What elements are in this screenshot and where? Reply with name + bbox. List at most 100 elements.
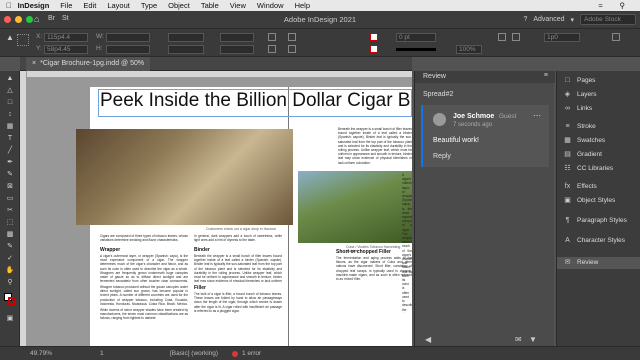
vertical-ruler[interactable] (20, 71, 27, 346)
style-selector[interactable]: [Basic] (working) (170, 347, 218, 360)
panel-stroke[interactable]: ≡ Stroke (557, 121, 640, 133)
fill-frame-icon[interactable] (512, 33, 520, 41)
rectangle-tool-icon[interactable]: ▭ (5, 195, 15, 203)
stroke-swatch-icon[interactable] (370, 45, 378, 53)
fill-swatch-icon[interactable] (370, 33, 378, 41)
close-tab-icon[interactable]: × (32, 60, 36, 67)
panel-character-styles[interactable]: A Character Styles (557, 235, 640, 247)
help-icon[interactable]: ? (523, 16, 527, 23)
free-transform-icon[interactable]: ⬚ (5, 219, 15, 227)
wrapper-subhead[interactable]: Wrapper (100, 247, 120, 253)
error-count[interactable]: 1 error (242, 347, 261, 360)
corner-weight-field[interactable]: 1p0 (544, 33, 580, 42)
rotate-icon[interactable] (268, 33, 276, 41)
menu-type[interactable]: Type (141, 1, 157, 10)
hand-tool-icon[interactable]: ✋ (5, 267, 15, 275)
document-tab[interactable]: × *Cigar Brochure-1pg.indd @ 50% (26, 57, 151, 71)
wrapper-paragraph[interactable]: A cigar's outermost layer, or wrapper (S… (100, 254, 188, 282)
scale-y-field[interactable] (168, 45, 204, 54)
reference-point-icon[interactable] (17, 34, 29, 46)
rectangle-frame-icon[interactable]: ⊠ (5, 183, 15, 191)
fill-stroke-icon[interactable] (4, 293, 16, 305)
stroke-type-selector[interactable] (396, 48, 436, 51)
apple-icon[interactable]:  (6, 1, 12, 10)
rotation-field[interactable] (220, 33, 254, 42)
menu-file[interactable]: File (60, 1, 72, 10)
select-content-icon[interactable] (288, 45, 296, 53)
cigar-shop-photo[interactable] (76, 129, 293, 225)
panel-swatches[interactable]: ▦ Swatches (557, 135, 640, 147)
pencil-tool-icon[interactable]: ✎ (5, 171, 15, 179)
w-field[interactable] (106, 33, 150, 42)
y-field[interactable]: 58p4.45 (44, 45, 88, 54)
menu-help[interactable]: Help (295, 1, 310, 10)
panel-cc-libraries[interactable]: ☷ CC Libraries (557, 163, 640, 175)
stroke-weight-field[interactable]: 0 pt (396, 33, 436, 42)
wrapper-paragraph-3[interactable]: While dozens of minor wrapper shades hav… (100, 308, 188, 322)
menu-edit[interactable]: Edit (83, 1, 96, 10)
panel-pages[interactable]: □ Pages (557, 75, 640, 87)
collapse-icon[interactable]: ◀ (425, 335, 431, 344)
short-filler-paragraph[interactable]: The fermentation and aging process adds … (336, 256, 412, 312)
note-tool-icon[interactable]: ✎ (5, 243, 15, 251)
page-tool-icon[interactable]: □ (5, 99, 15, 107)
wifi-icon[interactable]: ≈ (598, 1, 602, 10)
zoom-level[interactable]: 49.79% (30, 347, 52, 360)
shear-field[interactable] (220, 45, 254, 54)
x-field[interactable]: 115p4.4 (44, 33, 88, 42)
filler-subhead[interactable]: Filler (194, 285, 206, 291)
document-canvas[interactable]: Peek Inside the Billion Dollar Cigar Bus… (20, 71, 412, 346)
workspace-switcher[interactable]: Advanced (533, 16, 564, 23)
h-field[interactable] (106, 45, 150, 54)
binder-subhead[interactable]: Binder (194, 247, 210, 253)
chevron-down-icon[interactable]: ▾ (570, 16, 574, 24)
panel-menu-icon[interactable]: ≡ (544, 72, 548, 79)
binder-intro-paragraph[interactable]: In general, dark wrappers add a touch of… (194, 234, 282, 244)
menu-object[interactable]: Object (168, 1, 190, 10)
scale-x-field[interactable] (168, 33, 204, 42)
menu-layout[interactable]: Layout (107, 1, 130, 10)
intro-paragraph[interactable]: Cigars are composed of three types of to… (100, 234, 188, 244)
panel-layers[interactable]: ◈ Layers (557, 89, 640, 101)
stock-search-input[interactable]: Adobe Stock (580, 14, 636, 25)
panel-gradient[interactable]: ▤ Gradient (557, 149, 640, 161)
binder-paragraph[interactable]: Beneath the wrapper is a small bunch of … (194, 254, 282, 282)
reply-button[interactable]: Reply (433, 153, 451, 160)
type-tool-icon[interactable]: T (5, 135, 15, 143)
screen-mode-icon[interactable]: ▣ (5, 315, 15, 323)
short-filler-subhead[interactable]: Short or chopped Filler (336, 249, 391, 255)
menu-app[interactable]: InDesign (18, 1, 50, 10)
panel-paragraph-styles[interactable]: ¶ Paragraph Styles (557, 215, 640, 227)
content-collector-icon[interactable]: ▦ (5, 123, 15, 131)
zoom-tool-icon[interactable]: ⚲ (5, 279, 15, 287)
comment-icon[interactable]: ✉ (515, 335, 522, 344)
filter-icon[interactable]: ▼ (529, 335, 537, 344)
page-number-field[interactable]: 1 (100, 347, 104, 360)
eyedropper-icon[interactable]: ✓ (5, 255, 15, 263)
gap-tool-icon[interactable]: ↕ (5, 111, 15, 119)
wrapper-paragraph-2[interactable]: Wrapper tobacco produced without the gau… (100, 285, 188, 305)
spotlight-icon[interactable]: ⚲ (620, 1, 626, 10)
menu-window[interactable]: Window (257, 1, 284, 10)
panel-links[interactable]: ∞ Links (557, 103, 640, 115)
flip-icon[interactable] (268, 45, 276, 53)
filler-paragraph[interactable]: The bulk of a cigar is filler, a bound b… (194, 292, 282, 324)
panel-object-styles[interactable]: ▣ Object Styles (557, 195, 640, 207)
panel-review[interactable]: ✉ Review (557, 257, 640, 269)
selection-arrow-icon[interactable]: ▲ (5, 75, 15, 83)
right-column-paragraph[interactable]: A cigar's outermost layer, or wrapper (S… (402, 173, 412, 313)
horizontal-ruler[interactable] (20, 71, 412, 78)
comment-card[interactable]: Joe Schmoe Guest ⋯ 7 seconds ago Beautif… (421, 105, 549, 167)
direct-selection-icon[interactable]: △ (5, 87, 15, 95)
select-container-icon[interactable] (288, 33, 296, 41)
tobacco-farmer-photo[interactable] (298, 171, 412, 243)
right-top-paragraph[interactable]: Beneath the wrapper is a small bunch of … (338, 127, 412, 167)
selection-tool-icon[interactable]: ▲ (6, 33, 14, 42)
review-panel-title[interactable]: Review (415, 71, 555, 83)
menu-table[interactable]: Table (201, 1, 219, 10)
menu-view[interactable]: View (230, 1, 246, 10)
panel-effects[interactable]: fx Effects (557, 181, 640, 193)
scissors-icon[interactable]: ✂ (5, 207, 15, 215)
gradient-swatch-icon[interactable]: ▩ (5, 231, 15, 239)
text-wrap-icon[interactable] (612, 33, 620, 41)
